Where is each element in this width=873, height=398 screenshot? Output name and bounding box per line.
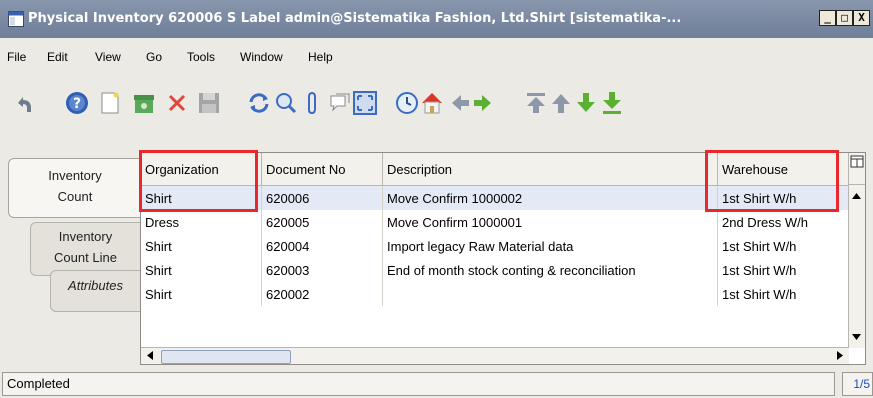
- status-message: Completed: [2, 372, 835, 396]
- tab-label: Inventory: [58, 229, 113, 244]
- svg-text:?: ?: [73, 96, 81, 112]
- forward-icon[interactable]: [471, 90, 495, 116]
- cell-description[interactable]: Import legacy Raw Material data: [382, 234, 718, 258]
- cell-document-no[interactable]: 620005: [261, 210, 383, 234]
- new-record-icon[interactable]: [98, 90, 122, 116]
- save-icon[interactable]: [197, 90, 221, 116]
- previous-record-icon[interactable]: [549, 90, 573, 116]
- horizontal-scrollbar[interactable]: [141, 347, 849, 364]
- cell-description[interactable]: End of month stock conting & reconciliat…: [382, 258, 718, 282]
- app-window-icon: [8, 11, 24, 27]
- last-record-icon[interactable]: [600, 90, 624, 116]
- tab-label: Count Line: [54, 250, 117, 265]
- tab-inventory-count[interactable]: Inventory Count: [8, 158, 141, 218]
- menu-window[interactable]: Window: [240, 50, 283, 64]
- scroll-up-icon[interactable]: [849, 191, 864, 201]
- cell-warehouse[interactable]: 1st Shirt W/h: [717, 282, 856, 306]
- menu-edit[interactable]: Edit: [47, 50, 68, 64]
- cell-description[interactable]: Move Confirm 1000002: [382, 185, 718, 210]
- column-header-document-no[interactable]: Document No: [261, 153, 383, 186]
- refresh-icon[interactable]: [247, 90, 271, 116]
- highlight-warehouse: [705, 150, 839, 212]
- find-icon[interactable]: [274, 90, 298, 116]
- fullscreen-icon[interactable]: [353, 90, 377, 116]
- cell-document-no[interactable]: 620004: [261, 234, 383, 258]
- highlight-organization: [139, 150, 258, 212]
- minimize-button[interactable]: _: [819, 10, 836, 26]
- home-icon[interactable]: [420, 90, 444, 116]
- back-icon[interactable]: [448, 90, 472, 116]
- cell-document-no[interactable]: 620002: [261, 282, 383, 306]
- tab-attributes[interactable]: Attributes: [50, 270, 140, 312]
- column-header-description[interactable]: Description: [382, 153, 718, 186]
- scroll-thumb[interactable]: [161, 350, 291, 364]
- help-icon[interactable]: ?: [65, 90, 89, 116]
- cell-document-no[interactable]: 620003: [261, 258, 383, 282]
- chat-icon[interactable]: [328, 90, 352, 116]
- attachment-icon[interactable]: [300, 90, 324, 116]
- scroll-right-icon[interactable]: [835, 348, 845, 363]
- close-button[interactable]: X: [853, 10, 870, 26]
- window-titlebar: Physical Inventory 620006 S Label admin@…: [0, 0, 873, 38]
- cell-description[interactable]: Move Confirm 1000001: [382, 210, 718, 234]
- tab-inventory-count-line[interactable]: Inventory Count Line: [30, 222, 140, 276]
- next-record-icon[interactable]: [574, 90, 598, 116]
- scroll-left-icon[interactable]: [145, 348, 155, 363]
- vertical-scrollbar[interactable]: [848, 185, 865, 348]
- menu-file[interactable]: File: [7, 50, 26, 64]
- tab-panel: Inventory Count Inventory Count Line Att…: [8, 152, 141, 372]
- status-bar: Completed 1/5: [0, 370, 873, 398]
- table-row[interactable]: Shirt 620002 1st Shirt W/h: [141, 282, 856, 306]
- record-count: 1/5: [842, 372, 873, 396]
- cell-warehouse[interactable]: 1st Shirt W/h: [717, 258, 856, 282]
- cell-organization[interactable]: Dress: [141, 210, 262, 234]
- menu-view[interactable]: View: [95, 50, 121, 64]
- cell-warehouse[interactable]: 1st Shirt W/h: [717, 234, 856, 258]
- menu-bar: File Edit View Go Tools Window Help: [0, 38, 873, 74]
- cell-organization[interactable]: Shirt: [141, 234, 262, 258]
- archive-icon[interactable]: [132, 90, 156, 116]
- tab-label: Inventory: [48, 168, 102, 183]
- window-title: Physical Inventory 620006 S Label admin@…: [28, 11, 682, 26]
- menu-help[interactable]: Help: [308, 50, 333, 64]
- column-chooser-button[interactable]: [848, 153, 865, 185]
- table-row[interactable]: Shirt 620003 End of month stock conting …: [141, 258, 856, 282]
- menu-go[interactable]: Go: [146, 50, 162, 64]
- cell-organization[interactable]: Shirt: [141, 282, 262, 306]
- maximize-button[interactable]: □: [836, 10, 853, 26]
- table-row[interactable]: Shirt 620004 Import legacy Raw Material …: [141, 234, 856, 258]
- first-record-icon[interactable]: [524, 90, 548, 116]
- column-chooser-icon: [850, 155, 864, 168]
- cell-warehouse[interactable]: 2nd Dress W/h: [717, 210, 856, 234]
- scroll-down-icon[interactable]: [849, 332, 864, 342]
- history-icon[interactable]: [395, 90, 419, 116]
- tab-label: Count: [57, 189, 93, 204]
- cell-organization[interactable]: Shirt: [141, 258, 262, 282]
- cell-description[interactable]: [382, 282, 718, 306]
- toolbar: ?: [0, 74, 873, 130]
- table-row[interactable]: Dress 620005 Move Confirm 1000001 2nd Dr…: [141, 210, 856, 234]
- cell-document-no[interactable]: 620006: [261, 185, 383, 210]
- menu-tools[interactable]: Tools: [187, 50, 215, 64]
- undo-icon[interactable]: [12, 90, 36, 116]
- tab-label: Attributes: [68, 278, 123, 293]
- delete-icon[interactable]: [165, 90, 189, 116]
